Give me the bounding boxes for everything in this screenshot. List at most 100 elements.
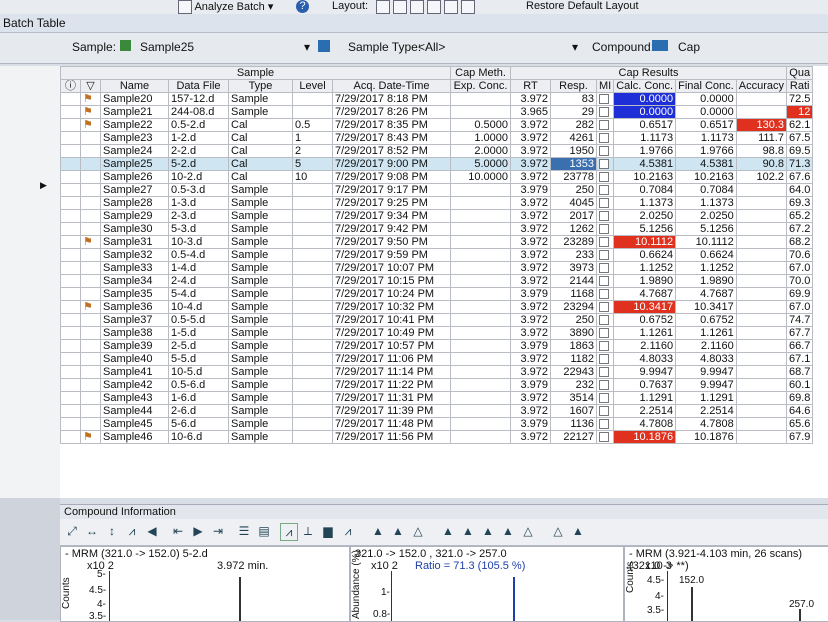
mi-checkbox[interactable] — [595, 92, 615, 106]
mi-checkbox[interactable] — [595, 209, 615, 223]
layout-5-icon[interactable] — [444, 0, 459, 14]
mi-checkbox[interactable] — [595, 365, 615, 379]
table-row[interactable]: Sample29 2-3.d Sample 7/29/2017 9:34 PM 3.97… — [60, 209, 814, 223]
sample-type-select[interactable]: <All> ▾ — [418, 40, 578, 54]
table-row[interactable]: Sample37 0.5-5.d Sample 7/29/2017 10:41 PM 3… — [60, 313, 814, 327]
mi-checkbox[interactable] — [595, 157, 615, 171]
first-icon[interactable]: ⇤ — [170, 523, 186, 539]
mi-checkbox[interactable] — [595, 300, 615, 314]
table-row[interactable]: Sample40 5-5.d Sample 7/29/2017 11:06 PM 3.9… — [60, 352, 814, 366]
column-header[interactable]: Calc. Conc. — [613, 79, 677, 93]
list-icon[interactable]: ☰ — [236, 523, 252, 539]
next-icon[interactable]: ▶ — [190, 523, 206, 539]
table-row[interactable]: ⚑ Sample31 10-3.d Sample 7/29/2017 9:50 PM 3.… — [60, 235, 814, 249]
peak-d-icon[interactable]: ▲ — [440, 523, 456, 539]
table-row[interactable]: Sample28 1-3.d Sample 7/29/2017 9:25 PM 3.97… — [60, 196, 814, 210]
column-header[interactable]: Exp. Conc. — [450, 79, 511, 93]
column-header[interactable]: Rati — [785, 79, 814, 93]
layout-1-icon[interactable] — [376, 0, 390, 14]
table-row[interactable]: Sample24 2-2.d Cal 2 7/29/2017 8:52 PM 2.0000… — [60, 144, 814, 158]
checkbox[interactable] — [599, 237, 609, 248]
table-row[interactable]: ⚑ Sample20 157-12.d Sample 7/29/2017 8:18 PM… — [60, 92, 814, 106]
checkbox[interactable] — [599, 120, 609, 131]
peak-j-icon[interactable]: ▲ — [570, 523, 586, 539]
mi-checkbox[interactable] — [595, 326, 615, 340]
table-row[interactable]: ⚑ Sample46 10-6.d Sample 7/29/2017 11:56 PM 3… — [60, 430, 814, 444]
navigate-icon[interactable] — [318, 40, 330, 52]
column-header[interactable]: Type — [228, 79, 293, 93]
mi-checkbox[interactable] — [595, 235, 615, 249]
layout-buttons[interactable] — [376, 0, 476, 14]
mi-checkbox[interactable] — [595, 118, 615, 132]
mi-checkbox[interactable] — [595, 222, 615, 236]
overlay-icon[interactable]: ▤ — [256, 523, 272, 539]
checkbox[interactable] — [599, 354, 609, 365]
checkbox[interactable] — [599, 276, 609, 287]
table-row[interactable]: Sample25 5-2.d Cal 5 7/29/2017 9:00 PM 5.0000… — [60, 157, 814, 171]
mi-checkbox[interactable] — [595, 287, 615, 301]
layout-6-icon[interactable] — [461, 0, 476, 14]
checkbox[interactable] — [599, 185, 609, 196]
checkbox[interactable] — [599, 250, 609, 261]
table-row[interactable]: Sample23 1-2.d Cal 1 7/29/2017 8:43 PM 1.0000… — [60, 131, 814, 145]
column-header[interactable]: Data File — [168, 79, 229, 93]
previous-icon[interactable]: ◀ — [144, 523, 160, 539]
vertical-autoscale-icon[interactable]: ↕ — [104, 523, 120, 539]
batch-table[interactable]: Sample Cap Meth. Cap Results Qua ⓘ ▽ Nam… — [60, 66, 828, 498]
help-icon[interactable]: ? — [296, 0, 309, 13]
table-row[interactable]: Sample45 5-6.d Sample 7/29/2017 11:48 PM 3.9… — [60, 417, 814, 431]
checkbox[interactable] — [599, 315, 609, 326]
table-row[interactable]: ⚑ Sample36 10-4.d Sample 7/29/2017 10:32 PM 3… — [60, 300, 814, 314]
horizontal-autoscale-icon[interactable]: ↔ — [84, 523, 100, 539]
table-row[interactable]: Sample38 1-5.d Sample 7/29/2017 10:49 PM 3.9… — [60, 326, 814, 340]
analyze-batch-button[interactable]: Analyze Batch ▾ — [178, 0, 273, 14]
checkbox[interactable] — [599, 159, 609, 170]
peak-e-icon[interactable]: ▲ — [460, 523, 476, 539]
peak-g-icon[interactable]: ▲ — [500, 523, 516, 539]
checkbox[interactable] — [599, 263, 609, 274]
mi-checkbox[interactable] — [595, 105, 615, 119]
checkbox[interactable] — [599, 198, 609, 209]
mi-checkbox[interactable] — [595, 352, 615, 366]
table-row[interactable]: Sample27 0.5-3.d Sample 7/29/2017 9:17 PM 3.… — [60, 183, 814, 197]
compound-select[interactable]: Cap — [678, 40, 828, 54]
column-header[interactable]: RT — [510, 79, 551, 93]
spectrum-panel[interactable]: - MRM (3.921-4.103 min, 26 scans) (321.0… — [624, 546, 828, 622]
checkbox[interactable] — [599, 224, 609, 235]
mi-checkbox[interactable] — [595, 430, 615, 444]
column-header[interactable]: Level — [292, 79, 333, 93]
mi-checkbox[interactable] — [595, 391, 615, 405]
table-row[interactable]: ⚑ Sample22 0.5-2.d Cal 0.5 7/29/2017 8:35 PM 0… — [60, 118, 814, 132]
mi-checkbox[interactable] — [595, 170, 615, 184]
mi-checkbox[interactable] — [595, 131, 615, 145]
table-row[interactable]: Sample43 1-6.d Sample 7/29/2017 11:31 PM 3.9… — [60, 391, 814, 405]
peak-c-icon[interactable]: △ — [410, 523, 426, 539]
peak-h-icon[interactable]: △ — [520, 523, 536, 539]
checkbox[interactable] — [599, 406, 609, 417]
checkbox[interactable] — [599, 289, 609, 300]
info-icon[interactable]: ⓘ — [60, 79, 81, 93]
column-header[interactable]: Accuracy — [735, 79, 787, 93]
column-header[interactable]: Name — [100, 79, 169, 93]
column-header[interactable]: MI — [595, 79, 615, 93]
zoom-out-icon[interactable]: ⤢ — [64, 523, 80, 539]
layout-3-icon[interactable] — [410, 0, 425, 14]
table-row[interactable]: Sample41 10-5.d Sample 7/29/2017 11:14 PM 3.… — [60, 365, 814, 379]
flag-filter-icon[interactable]: ▽ — [80, 79, 101, 93]
mi-checkbox[interactable] — [595, 339, 615, 353]
column-header[interactable]: Resp. — [550, 79, 597, 93]
checkbox[interactable] — [599, 172, 609, 183]
table-row[interactable]: Sample35 5-4.d Sample 7/29/2017 10:24 PM 3.9… — [60, 287, 814, 301]
checkbox[interactable] — [599, 94, 609, 105]
bar-chart-icon[interactable]: ▆ — [320, 523, 336, 539]
peak-b-icon[interactable]: ▲ — [390, 523, 406, 539]
checkbox[interactable] — [599, 146, 609, 157]
checkbox[interactable] — [599, 432, 609, 443]
checkbox[interactable] — [599, 328, 609, 339]
mi-checkbox[interactable] — [595, 313, 615, 327]
restore-default-layout-button[interactable]: Restore Default Layout — [526, 0, 639, 13]
column-header[interactable]: Acq. Date-Time — [332, 79, 451, 93]
table-row[interactable]: Sample26 10-2.d Cal 10 7/29/2017 9:08 PM 10.0… — [60, 170, 814, 184]
mi-checkbox[interactable] — [595, 378, 615, 392]
qualifier-icon[interactable]: ⩘ — [340, 523, 356, 539]
